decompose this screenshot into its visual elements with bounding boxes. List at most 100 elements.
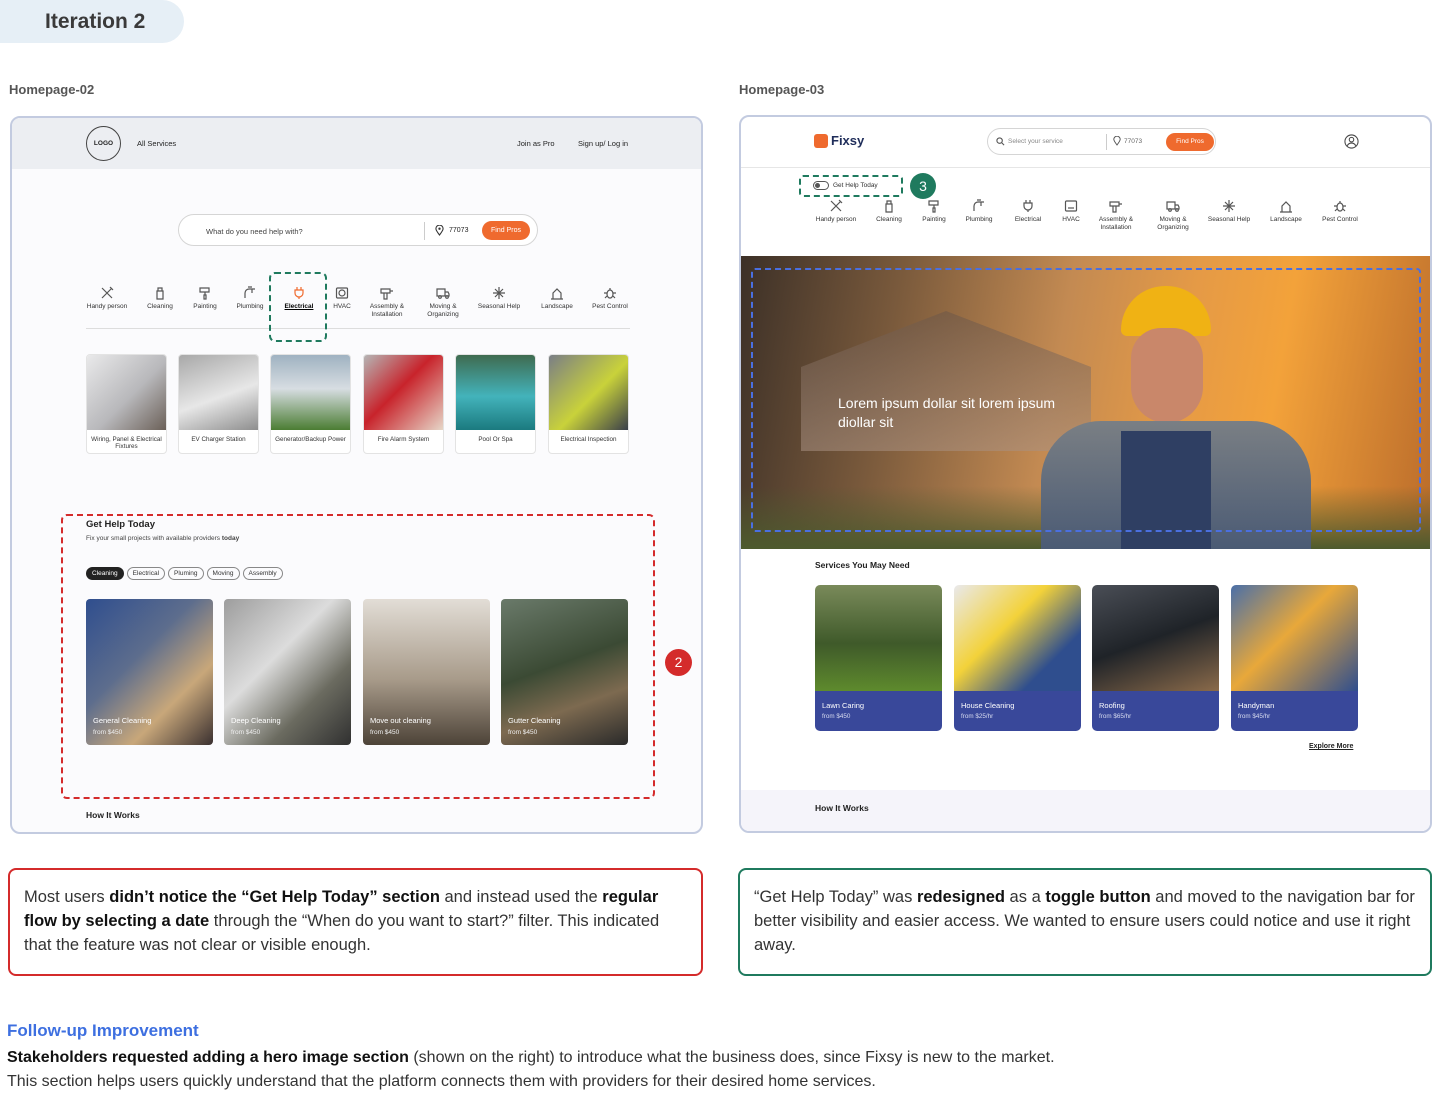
nav-signup-login[interactable]: Sign up/ Log in bbox=[578, 139, 628, 148]
service-image bbox=[954, 585, 1081, 691]
service-image bbox=[1231, 585, 1358, 691]
caption-homepage-02: Homepage-02 bbox=[9, 82, 95, 97]
service-image bbox=[456, 355, 535, 430]
faucet-icon bbox=[973, 199, 984, 211]
get-help-today-toggle[interactable] bbox=[813, 181, 829, 190]
zip-code[interactable]: 77073 bbox=[1124, 138, 1142, 145]
brand-name[interactable]: Fixsy bbox=[831, 133, 864, 148]
category-handy-person[interactable]: Handy person bbox=[77, 286, 137, 311]
service-image bbox=[179, 355, 258, 430]
paint-roller-icon bbox=[199, 287, 210, 300]
zip-code[interactable]: 77073 bbox=[449, 227, 468, 234]
service-card-ev-charger[interactable]: EV Charger Station bbox=[178, 354, 259, 454]
service-image bbox=[1092, 585, 1219, 691]
hvac-unit-icon bbox=[335, 287, 349, 299]
category-landscape[interactable]: Landscape bbox=[1256, 199, 1316, 224]
service-card-wiring[interactable]: Wiring, Panel & Electrical Fixtures bbox=[86, 354, 167, 454]
annotation-badge-2: 2 bbox=[665, 649, 692, 676]
highlight-hero bbox=[751, 268, 1421, 532]
category-landscape[interactable]: Landscape bbox=[527, 286, 587, 311]
hero-image: Lorem ipsum dollar sit lorem ipsum dioll… bbox=[741, 256, 1430, 549]
search-divider bbox=[1106, 134, 1107, 150]
drill-icon bbox=[1109, 201, 1122, 213]
plug-icon bbox=[1023, 200, 1033, 212]
hvac-unit-icon bbox=[1064, 200, 1078, 212]
followup-body: Stakeholders requested adding a hero ima… bbox=[7, 1049, 1055, 1090]
annotation-badge-3: 3 bbox=[910, 173, 936, 199]
search-divider bbox=[424, 222, 425, 240]
followup-title: Follow-up Improvement bbox=[7, 1021, 199, 1040]
service-card-handyman[interactable]: Handyman from $45/hr bbox=[1231, 585, 1358, 731]
tools-icon bbox=[101, 286, 114, 299]
category-moving[interactable]: Moving & Organizing bbox=[413, 286, 473, 318]
category-seasonal-help[interactable]: Seasonal Help bbox=[1199, 199, 1259, 224]
how-it-works-heading: How It Works bbox=[86, 810, 140, 820]
faucet-icon bbox=[244, 286, 255, 298]
truck-icon bbox=[436, 288, 450, 299]
nav-join-as-pro[interactable]: Join as Pro bbox=[517, 139, 555, 148]
bug-icon bbox=[604, 288, 616, 299]
services-title: Services You May Need bbox=[815, 560, 910, 570]
service-select-input[interactable]: Select your service bbox=[1008, 138, 1063, 145]
spray-bottle-icon bbox=[156, 287, 164, 300]
find-pros-button[interactable]: Find Pros bbox=[482, 221, 530, 240]
top-nav: LOGO All Services Join as Pro Sign up/ L… bbox=[12, 118, 701, 169]
tree-house-icon bbox=[551, 288, 563, 300]
find-pros-button[interactable]: Find Pros bbox=[1166, 133, 1214, 151]
category-pest-control[interactable]: Pest Control bbox=[580, 286, 640, 311]
homepage-02-frame: LOGO All Services Join as Pro Sign up/ L… bbox=[10, 116, 703, 834]
category-assembly[interactable]: Assembly & Installation bbox=[357, 286, 417, 318]
category-seasonal-help[interactable]: Seasonal Help bbox=[469, 286, 529, 311]
logo[interactable]: LOGO bbox=[86, 126, 121, 161]
service-card-roofing[interactable]: Roofing from $65/hr bbox=[1092, 585, 1219, 731]
spray-bottle-icon bbox=[885, 200, 893, 213]
nav-divider bbox=[741, 167, 1430, 168]
category-row: Handy person Cleaning Painting Plumbing … bbox=[12, 286, 701, 326]
caption-homepage-03: Homepage-03 bbox=[739, 82, 825, 97]
bug-icon bbox=[1334, 201, 1346, 212]
location-pin-icon bbox=[1113, 136, 1121, 146]
category-moving[interactable]: Moving & Organizing bbox=[1143, 199, 1203, 231]
search-bar: What do you need help with? 77073 Find P… bbox=[178, 214, 538, 246]
service-image bbox=[87, 355, 166, 430]
category-handy-person[interactable]: Handy person bbox=[806, 199, 866, 224]
iteration-title: Iteration 2 bbox=[0, 0, 184, 43]
category-pest-control[interactable]: Pest Control bbox=[1310, 199, 1370, 224]
service-image bbox=[364, 355, 443, 430]
snowflake-icon bbox=[493, 287, 505, 299]
nav-all-services[interactable]: All Services bbox=[137, 139, 176, 148]
location-pin-icon bbox=[435, 225, 444, 236]
category-assembly[interactable]: Assembly & Installation bbox=[1086, 199, 1146, 231]
tools-icon bbox=[830, 199, 843, 212]
snowflake-icon bbox=[1223, 200, 1235, 212]
toggle-label: Get Help Today bbox=[833, 182, 878, 189]
note-right: “Get Help Today” was redesigned as a tog… bbox=[738, 868, 1432, 976]
highlight-electrical bbox=[269, 272, 327, 342]
highlight-get-help-section bbox=[61, 514, 655, 799]
explore-more-link[interactable]: Explore More bbox=[1309, 743, 1353, 750]
service-card-lawn-caring[interactable]: Lawn Caring from $450 bbox=[815, 585, 942, 731]
service-image bbox=[549, 355, 628, 430]
search-input[interactable]: What do you need help with? bbox=[206, 227, 303, 236]
service-image bbox=[271, 355, 350, 430]
service-card-fire-alarm[interactable]: Fire Alarm System bbox=[363, 354, 444, 454]
search-icon bbox=[996, 137, 1005, 146]
tree-house-icon bbox=[1280, 201, 1292, 213]
service-card-house-cleaning[interactable]: House Cleaning from $25/hr bbox=[954, 585, 1081, 731]
drill-icon bbox=[380, 288, 393, 300]
service-card-inspection[interactable]: Electrical Inspection bbox=[548, 354, 629, 454]
fixsy-logo-icon bbox=[814, 134, 828, 148]
category-row: Handy person Cleaning Painting Plumbing … bbox=[741, 199, 1430, 239]
homepage-03-frame: Fixsy Select your service 77073 Find Pro… bbox=[739, 115, 1432, 833]
service-card-generator[interactable]: Generator/Backup Power bbox=[270, 354, 351, 454]
category-underline bbox=[86, 328, 630, 329]
toggle-knob bbox=[815, 183, 820, 188]
paint-roller-icon bbox=[928, 200, 939, 213]
how-it-works-heading: How It Works bbox=[815, 803, 869, 813]
user-account-icon[interactable] bbox=[1344, 134, 1359, 149]
truck-icon bbox=[1166, 201, 1180, 212]
service-image bbox=[815, 585, 942, 691]
service-card-pool-spa[interactable]: Pool Or Spa bbox=[455, 354, 536, 454]
note-left: Most users didn’t notice the “Get Help T… bbox=[8, 868, 703, 976]
search-bar: Select your service 77073 Find Pros bbox=[987, 128, 1216, 155]
